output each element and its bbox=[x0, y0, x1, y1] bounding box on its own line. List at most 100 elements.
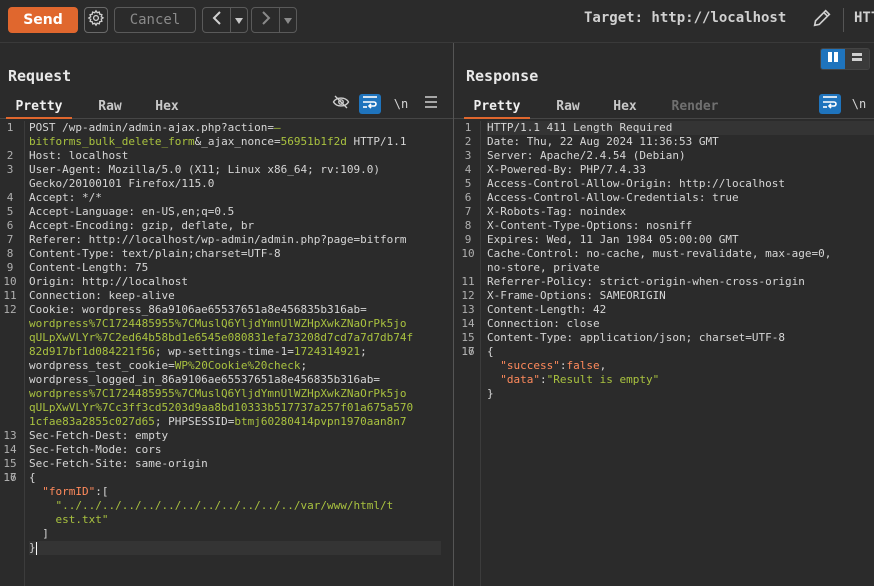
forward-navigation bbox=[251, 7, 297, 33]
line-number: 13 bbox=[461, 303, 475, 316]
token: — bbox=[274, 121, 281, 134]
settings-button[interactable] bbox=[84, 7, 108, 33]
code-line: 1 HTTP/1.1 411 Length Required bbox=[465, 121, 874, 135]
eye-slash-icon bbox=[332, 94, 350, 114]
token: Accept: */* bbox=[29, 191, 102, 204]
code-text: 1cfae83a2855c027d65; PHPSESSID=btmj60280… bbox=[29, 415, 407, 429]
line-number: 7 bbox=[6, 233, 14, 246]
toolbar-divider bbox=[843, 8, 844, 32]
token: , bbox=[599, 359, 607, 372]
token: "Result is empty" bbox=[546, 373, 660, 386]
line-number: 5 bbox=[464, 177, 472, 190]
code-line: 7 X-Robots-Tag: noindex bbox=[465, 205, 874, 219]
token: Access-Control-Allow-Origin: http://loca… bbox=[487, 177, 786, 190]
code-line: 2 Host: localhost bbox=[7, 149, 441, 163]
tab-raw[interactable]: Raw bbox=[546, 95, 590, 117]
code-text: Sec-Fetch-Dest: empty bbox=[29, 429, 168, 443]
forward-button[interactable] bbox=[252, 8, 280, 32]
token: bitforms_bulk_delete_form bbox=[29, 135, 195, 148]
token: Server: Apache/2.4.54 (Debian) bbox=[487, 149, 686, 162]
line-number: 4 bbox=[464, 163, 472, 176]
word-wrap-toggle[interactable] bbox=[819, 94, 841, 114]
code-line: 17 { bbox=[3, 471, 441, 485]
line-number: 9 bbox=[464, 233, 472, 246]
line-number: 15 bbox=[3, 457, 17, 470]
tab-pretty[interactable]: Pretty bbox=[464, 95, 530, 119]
response-code[interactable]: 1 HTTP/1.1 411 Length Required 2 Date: Thu,… bbox=[461, 121, 874, 401]
code-line: wordpress_logged_in_86a9106ae65537651a8e… bbox=[29, 373, 441, 387]
request-editor[interactable]: 1 POST /wp-admin/admin-ajax.php?action=— b… bbox=[0, 121, 453, 586]
tab-raw[interactable]: Raw bbox=[88, 95, 132, 117]
token: est.txt" bbox=[55, 513, 109, 526]
newline-toggle[interactable]: \n bbox=[848, 94, 870, 114]
code-line: Gecko/20100101 Firefox/115.0 bbox=[29, 177, 441, 191]
code-line: wordpress%7C1724485955%7CMuslQ6YljdYmnUl… bbox=[29, 387, 441, 401]
code-line: 5 Access-Control-Allow-Origin: http://loc… bbox=[465, 177, 874, 191]
code-text: X-Content-Type-Options: nosniff bbox=[487, 219, 692, 233]
tab-hex[interactable]: Hex bbox=[603, 95, 647, 117]
code-text: "formID":[ bbox=[29, 485, 108, 499]
back-history-dropdown[interactable] bbox=[231, 8, 247, 32]
edit-target-button[interactable] bbox=[810, 8, 834, 32]
request-title: Request bbox=[8, 67, 72, 85]
split-view-button[interactable] bbox=[821, 49, 845, 69]
code-text: Connection: keep-alive bbox=[29, 289, 175, 303]
code-line: "success":false, bbox=[487, 359, 874, 373]
code-text: POST /wp-admin/admin-ajax.php?action=— bbox=[29, 121, 281, 135]
token: Access-Control-Allow-Credentials: true bbox=[487, 191, 739, 204]
token: qULpXwVLYr%7Cc3ff3cd5203d9aa8bd10333b517… bbox=[29, 401, 414, 414]
token: "success" bbox=[500, 359, 560, 372]
line-number: 12 bbox=[3, 303, 17, 316]
code-line: bitforms_bulk_delete_form&_ajax_nonce=56… bbox=[29, 135, 441, 149]
token: Date: Thu, 22 Aug 2024 11:36:53 GMT bbox=[487, 135, 719, 148]
code-text: Host: localhost bbox=[29, 149, 128, 163]
response-editor[interactable]: 1 HTTP/1.1 411 Length Required 2 Date: Thu,… bbox=[454, 121, 874, 586]
send-button[interactable]: Send bbox=[8, 7, 78, 33]
line-number: 12 bbox=[461, 289, 475, 302]
code-text: Content-Length: 42 bbox=[487, 303, 606, 317]
newline-toggle[interactable]: \n bbox=[390, 94, 412, 114]
code-text: ] bbox=[29, 527, 49, 541]
token: Origin: http://localhost bbox=[29, 275, 188, 288]
token: &_ajax_nonce= bbox=[194, 135, 281, 148]
request-code[interactable]: 1 POST /wp-admin/admin-ajax.php?action=— b… bbox=[3, 121, 441, 555]
token: 1cfae83a2855c027d65 bbox=[29, 415, 155, 428]
token: wordpress%7C1724485955%7CMuslQ6YljdYmnUl… bbox=[29, 387, 407, 400]
token: ; wp-settings-time-1= bbox=[154, 345, 294, 358]
token: Content-Length: 75 bbox=[29, 261, 149, 274]
back-button[interactable] bbox=[203, 8, 231, 32]
cancel-button[interactable]: Cancel bbox=[114, 7, 196, 33]
line-number: 3 bbox=[6, 163, 14, 176]
tab-pretty[interactable]: Pretty bbox=[6, 95, 72, 119]
code-line: 10 Cache-Control: no-cache, must-revalida… bbox=[461, 247, 874, 261]
token: : bbox=[540, 373, 547, 386]
toolbar: Send Cancel Target: http://localhost HT bbox=[0, 0, 874, 43]
menu-button[interactable] bbox=[420, 94, 442, 114]
gear-icon bbox=[87, 9, 105, 31]
code-text: est.txt" bbox=[29, 513, 109, 527]
code-line: 11 Connection: keep-alive bbox=[3, 289, 441, 303]
word-wrap-toggle[interactable] bbox=[359, 94, 381, 114]
code-line: wordpress_test_cookie=WP%20Cookie%20chec… bbox=[29, 359, 441, 373]
code-text: Access-Control-Allow-Credentials: true bbox=[487, 191, 739, 205]
code-line: 6 Accept-Encoding: gzip, deflate, br bbox=[7, 219, 441, 233]
code-text: Origin: http://localhost bbox=[29, 275, 188, 289]
token: WP%20Cookie%20check bbox=[174, 359, 301, 372]
code-text: Content-Type: text/plain;charset=UTF-8 bbox=[29, 247, 281, 261]
forward-history-dropdown[interactable] bbox=[280, 8, 296, 32]
columns-icon bbox=[827, 51, 839, 67]
tab-hex[interactable]: Hex bbox=[145, 95, 189, 117]
code-line: 1 POST /wp-admin/admin-ajax.php?action=— bbox=[7, 121, 441, 135]
code-text: HTTP/1.1 411 Length Required bbox=[487, 121, 672, 135]
code-line: 12 Cookie: wordpress_86a9106ae65537651a8e… bbox=[3, 303, 441, 317]
code-text: { bbox=[29, 471, 36, 485]
tab-render[interactable]: Render bbox=[662, 95, 728, 117]
token: Content-Type: text/plain;charset=UTF-8 bbox=[29, 247, 281, 260]
code-line: 10 Origin: http://localhost bbox=[3, 275, 441, 289]
token: Accept-Language: en-US,en;q=0.5 bbox=[29, 205, 235, 218]
hide-nonprintable-button[interactable] bbox=[330, 94, 352, 114]
code-text: Accept: */* bbox=[29, 191, 102, 205]
stacked-view-button[interactable] bbox=[845, 49, 869, 69]
